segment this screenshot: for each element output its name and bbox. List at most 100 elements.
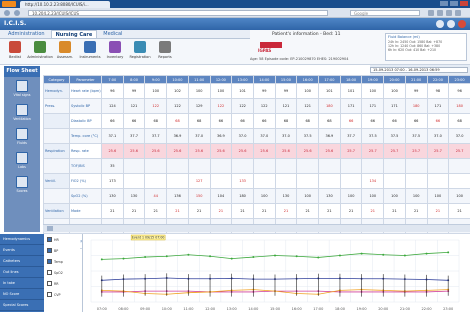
grid-cell[interactable]: 101 bbox=[231, 83, 254, 99]
grid-cell[interactable]: 96 bbox=[448, 83, 470, 99]
row-parameter[interactable]: FiO2 (%) bbox=[69, 173, 102, 189]
grid-cell[interactable]: 36.9 bbox=[209, 128, 233, 144]
grid-cell[interactable]: 21 bbox=[404, 203, 428, 219]
grid-cell[interactable]: 121 bbox=[122, 98, 146, 114]
grid-cell[interactable] bbox=[426, 173, 450, 189]
grid-cell[interactable] bbox=[448, 158, 470, 174]
grid-cell[interactable] bbox=[122, 158, 146, 174]
grid-cell[interactable]: 25.7 bbox=[404, 143, 428, 159]
series-checkbox[interactable] bbox=[47, 259, 52, 264]
grid-cell[interactable]: 68 bbox=[166, 113, 189, 129]
grid-cell[interactable]: 37.0 bbox=[252, 128, 276, 144]
grid-cell[interactable]: 21 bbox=[361, 203, 385, 219]
toolbar-button-reports[interactable]: Reports bbox=[154, 39, 176, 63]
grid-cell[interactable]: 124 bbox=[101, 98, 124, 114]
grid-cell[interactable]: 100 bbox=[361, 188, 385, 204]
grid-cell[interactable]: 37.5 bbox=[383, 128, 406, 144]
grid-cell[interactable]: 21 bbox=[166, 203, 189, 219]
grid-cell[interactable]: 122 bbox=[252, 98, 276, 114]
menu-icon[interactable] bbox=[455, 10, 461, 16]
grid-cell[interactable]: 36.9 bbox=[166, 128, 189, 144]
grid-cell[interactable]: 37.0 bbox=[274, 128, 298, 144]
column-header[interactable]: 17:00 bbox=[318, 75, 341, 84]
toolbar-button-administration[interactable]: Administration bbox=[27, 39, 53, 63]
grid-cell[interactable] bbox=[122, 173, 146, 189]
search-input[interactable]: Google bbox=[350, 10, 420, 16]
grid-cell[interactable]: 37.0 bbox=[187, 128, 211, 144]
series-toggle[interactable]: Temp bbox=[44, 256, 80, 267]
grid-cell[interactable] bbox=[274, 173, 298, 189]
series-toggle[interactable]: HR bbox=[44, 234, 80, 245]
series-checkbox[interactable] bbox=[47, 270, 52, 275]
download-icon[interactable] bbox=[437, 10, 443, 16]
grid-cell[interactable] bbox=[187, 158, 211, 174]
toolbar-button-bedlist[interactable]: Bedlist bbox=[4, 39, 26, 63]
grid-cell[interactable]: 25.6 bbox=[252, 143, 276, 159]
column-header[interactable]: 10:00 bbox=[166, 75, 189, 84]
row-parameter[interactable]: Heart rate (bpm) bbox=[69, 83, 102, 99]
grid-cell[interactable]: 121 bbox=[296, 98, 320, 114]
grid-cell[interactable]: 25.6 bbox=[231, 143, 254, 159]
grid-cell[interactable]: 100 bbox=[426, 188, 450, 204]
grid-cell[interactable]: 21 bbox=[383, 203, 406, 219]
series-checkbox[interactable] bbox=[47, 292, 52, 297]
grid-cell[interactable]: 99 bbox=[404, 83, 428, 99]
tab-administration[interactable]: Administration bbox=[4, 30, 49, 38]
grid-cell[interactable]: 122 bbox=[209, 98, 233, 114]
grid-cell[interactable]: 130 bbox=[101, 188, 124, 204]
column-header[interactable]: 21:00 bbox=[404, 75, 428, 84]
grid-cell[interactable]: 66 bbox=[383, 113, 406, 129]
grid-cell[interactable] bbox=[339, 173, 363, 189]
grid-cell[interactable]: 173 bbox=[101, 173, 124, 189]
column-header[interactable]: 8:00 bbox=[122, 75, 146, 84]
grid-cell[interactable]: 121 bbox=[274, 98, 298, 114]
firefox-menu-button[interactable] bbox=[2, 1, 16, 7]
grid-cell[interactable]: 37.7 bbox=[339, 128, 363, 144]
sidebar-item-vital-signs[interactable]: Vital signs bbox=[4, 77, 40, 101]
grid-cell[interactable]: 171 bbox=[339, 98, 363, 114]
grid-cell[interactable] bbox=[252, 173, 276, 189]
date-range-field[interactable]: 15-09-2013 07:00 - 16-09-2013 06:59 bbox=[370, 67, 468, 73]
grid-cell[interactable]: 21 bbox=[209, 203, 233, 219]
grid-cell[interactable]: 21 bbox=[231, 203, 254, 219]
grid-cell[interactable]: 130 bbox=[318, 188, 341, 204]
column-header[interactable]: Parameter bbox=[69, 75, 102, 84]
grid-cell[interactable]: 21 bbox=[296, 203, 320, 219]
grid-cell[interactable] bbox=[339, 158, 363, 174]
grid-cell[interactable]: 180 bbox=[231, 188, 254, 204]
series-toggle[interactable]: SpO2 bbox=[44, 267, 80, 278]
grid-cell[interactable]: 66 bbox=[339, 113, 363, 129]
logout-icon[interactable] bbox=[458, 20, 466, 28]
grid-cell[interactable]: 25.7 bbox=[361, 143, 385, 159]
grid-cell[interactable]: 180 bbox=[318, 98, 341, 114]
grid-cell[interactable]: 171 bbox=[361, 98, 385, 114]
grid-cell[interactable]: 66 bbox=[209, 113, 233, 129]
grid-cell[interactable]: 180 bbox=[404, 98, 428, 114]
chart-category-item[interactable]: Catheters bbox=[0, 256, 44, 267]
toolbar-button-instruments[interactable]: Instruments bbox=[79, 39, 101, 63]
toolbar-button-assessm[interactable]: Assessm. bbox=[54, 39, 76, 63]
column-header[interactable]: 15:00 bbox=[274, 75, 298, 84]
grid-cell[interactable]: 150 bbox=[187, 188, 211, 204]
grid-cell[interactable]: 101 bbox=[339, 83, 363, 99]
grid-cell[interactable] bbox=[404, 158, 428, 174]
grid-cell[interactable]: 21 bbox=[274, 203, 298, 219]
grid-cell[interactable]: 68 bbox=[448, 113, 470, 129]
grid-cell[interactable]: 37.7 bbox=[144, 128, 168, 144]
grid-cell[interactable]: 21 bbox=[122, 203, 146, 219]
grid-cell[interactable]: 129 bbox=[187, 98, 211, 114]
grid-cell[interactable]: 100 bbox=[252, 188, 276, 204]
grid-cell[interactable]: 21 bbox=[101, 203, 124, 219]
grid-cell[interactable] bbox=[144, 158, 168, 174]
row-parameter[interactable]: Temp. core (°C) bbox=[69, 128, 102, 144]
grid-cell[interactable]: 99 bbox=[274, 83, 298, 99]
grid-cell[interactable]: 100 bbox=[144, 83, 168, 99]
series-toggle[interactable]: CVP bbox=[44, 289, 80, 300]
row-parameter[interactable]: Resp. rate bbox=[69, 143, 102, 159]
row-parameter[interactable]: Systolic BP bbox=[69, 98, 102, 114]
table-row[interactable]: Ventil. FiO2 (%) 173 127 133 134 bbox=[43, 173, 470, 189]
table-row[interactable]: Press. Systolic BP 124 121 122 122 129 122 122 12… bbox=[43, 98, 470, 114]
table-row[interactable]: TOF/BIS 35 bbox=[43, 158, 470, 174]
grid-cell[interactable] bbox=[296, 173, 320, 189]
grid-cell[interactable]: 37.5 bbox=[361, 128, 385, 144]
